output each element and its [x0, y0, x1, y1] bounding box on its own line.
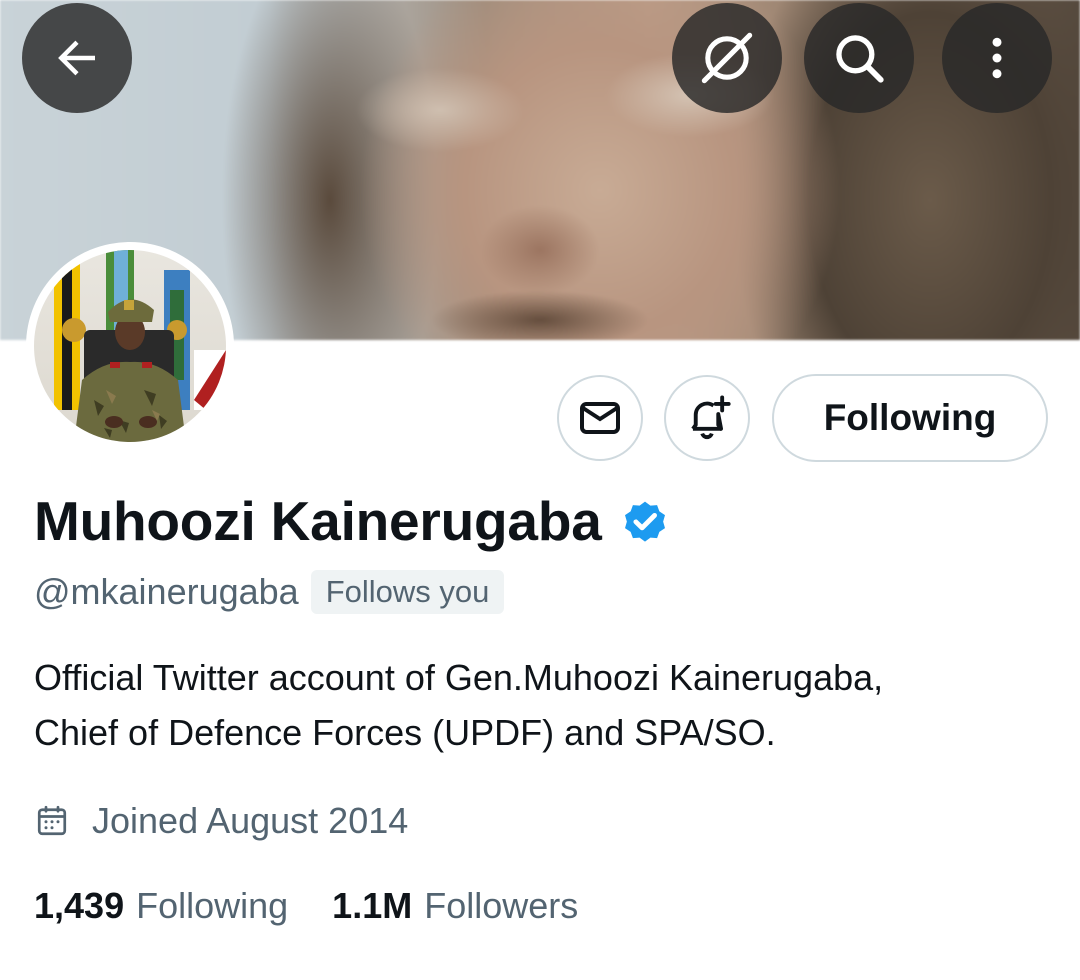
more-vertical-icon: [992, 37, 1002, 79]
avatar-image: [34, 250, 226, 442]
follow-stats: 1,439 Following 1.1M Followers: [34, 880, 578, 932]
envelope-icon: [580, 402, 620, 434]
profile-bio: Official Twitter account of Gen.Muhoozi …: [34, 650, 1064, 760]
translate-toggle-button[interactable]: [672, 3, 782, 113]
notifications-button[interactable]: [664, 375, 750, 461]
following-label: Following: [136, 885, 289, 926]
display-name: Muhoozi Kainerugaba: [34, 490, 602, 552]
following-button[interactable]: Following: [772, 374, 1048, 462]
joined-date-row: Joined August 2014: [34, 796, 408, 846]
following-count: 1,439: [34, 885, 125, 926]
search-button[interactable]: [804, 3, 914, 113]
handle-row: @mkainerugaba Follows you: [34, 566, 505, 618]
avatar[interactable]: [26, 242, 234, 450]
bell-plus-icon: [691, 395, 731, 439]
bio-line: Chief of Defence Forces (UPDF) and SPA/S…: [34, 712, 776, 753]
arrow-left-icon: [58, 40, 95, 76]
follows-you-badge: Follows you: [310, 570, 505, 614]
followers-label: Followers: [424, 885, 579, 926]
calendar-icon: [37, 805, 67, 836]
followers-count: 1.1M: [332, 885, 413, 926]
no-translate-icon: [701, 32, 753, 84]
search-icon: [836, 35, 884, 83]
bio-line: Official Twitter account of Gen.Muhoozi …: [34, 657, 884, 698]
name-row: Muhoozi Kainerugaba: [34, 486, 670, 556]
followers-stat[interactable]: 1.1M Followers: [332, 885, 578, 927]
back-button[interactable]: [22, 3, 132, 113]
username-handle: @mkainerugaba: [34, 571, 299, 612]
more-options-button[interactable]: [942, 3, 1052, 113]
following-stat[interactable]: 1,439 Following: [34, 885, 288, 927]
verified-badge-icon[interactable]: [620, 496, 670, 546]
message-button[interactable]: [557, 375, 643, 461]
joined-date: Joined August 2014: [92, 800, 409, 841]
